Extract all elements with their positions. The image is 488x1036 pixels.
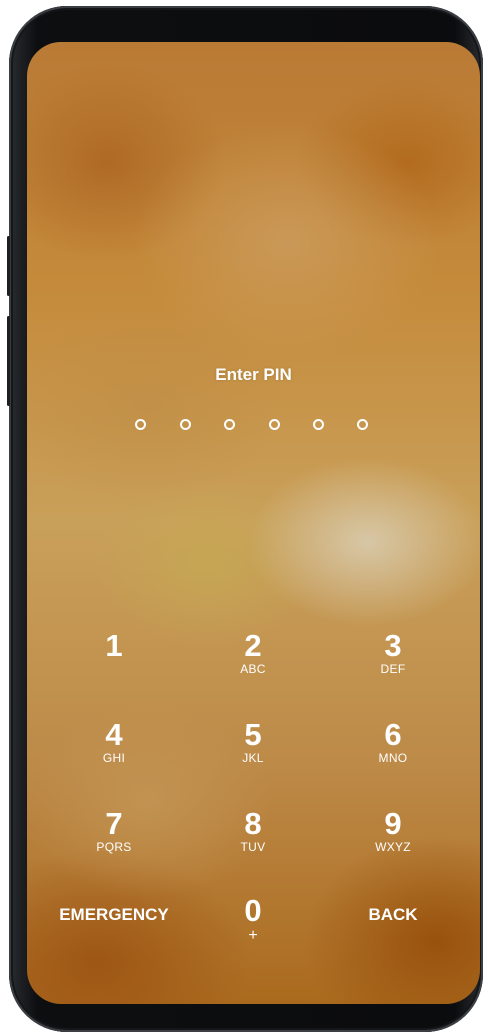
- pin-dot: [135, 419, 146, 430]
- back-label: BACK: [368, 905, 418, 924]
- key-number: 2: [244, 628, 262, 663]
- key-letters: WXYZ: [375, 840, 411, 854]
- key-number: 7: [105, 806, 123, 841]
- key-5[interactable]: 5 JKL: [193, 719, 313, 783]
- key-number: 6: [384, 717, 402, 752]
- key-number: 5: [244, 717, 262, 752]
- key-letters: PQRS: [96, 840, 132, 854]
- key-number: 1: [105, 628, 123, 663]
- key-4[interactable]: 4 GHI: [54, 719, 174, 783]
- pin-dot: [269, 419, 280, 430]
- key-letters: ABC: [240, 662, 266, 676]
- key-9[interactable]: 9 WXYZ: [333, 808, 453, 872]
- key-letters: GHI: [102, 751, 126, 765]
- key-letters: MNO: [378, 751, 408, 765]
- key-1[interactable]: 1: [54, 630, 174, 694]
- pin-dot: [313, 419, 324, 430]
- volume-button: [7, 316, 10, 406]
- key-number: 4: [105, 717, 123, 752]
- key-number: 8: [244, 806, 262, 841]
- power-button: [7, 236, 10, 296]
- key-6[interactable]: 6 MNO: [333, 719, 453, 783]
- enter-pin-title: Enter PIN: [215, 365, 292, 384]
- key-letters: TUV: [240, 840, 266, 854]
- key-number: 3: [384, 628, 402, 663]
- pin-dot: [180, 419, 191, 430]
- key-8[interactable]: 8 TUV: [193, 808, 313, 872]
- emergency-label: EMERGENCY: [59, 905, 169, 924]
- key-plus: +: [248, 927, 258, 944]
- emergency-button[interactable]: EMERGENCY: [54, 905, 174, 933]
- pin-indicator: [132, 419, 372, 435]
- key-letters: JKL: [242, 751, 264, 765]
- lock-screen: Enter PIN 1 2 ABC 3 DEF 4 GHI 5 JKL 6 MN…: [27, 42, 480, 1004]
- pin-dot: [224, 419, 235, 430]
- back-button[interactable]: BACK: [333, 905, 453, 933]
- pin-dot: [357, 419, 368, 430]
- key-7[interactable]: 7 PQRS: [54, 808, 174, 872]
- key-letters: DEF: [380, 662, 406, 676]
- key-number: 0: [244, 893, 262, 928]
- key-number: 9: [384, 806, 402, 841]
- key-3[interactable]: 3 DEF: [333, 630, 453, 694]
- key-2[interactable]: 2 ABC: [193, 630, 313, 694]
- key-0[interactable]: 0 +: [193, 895, 313, 959]
